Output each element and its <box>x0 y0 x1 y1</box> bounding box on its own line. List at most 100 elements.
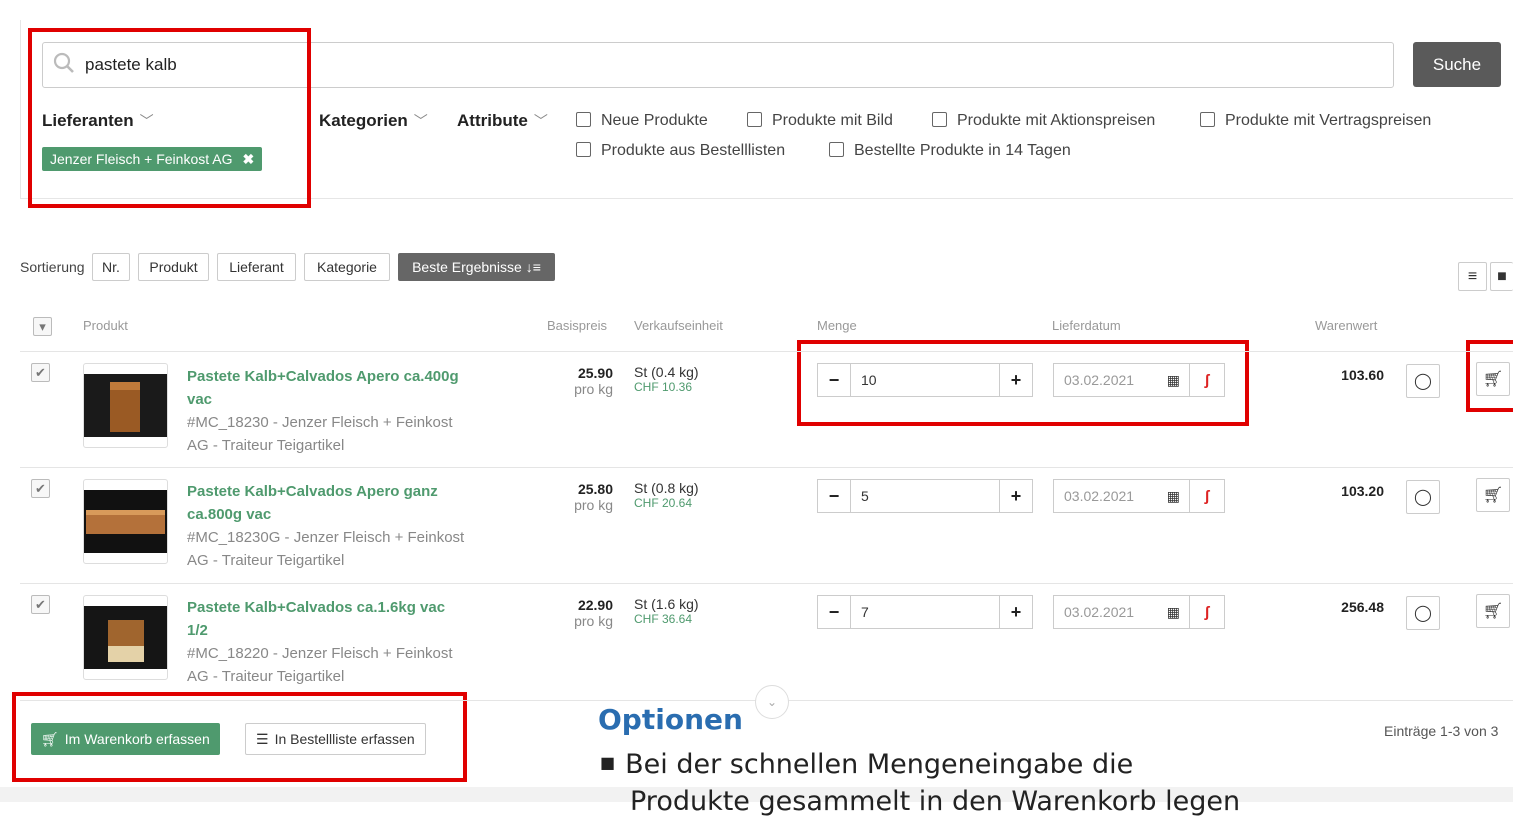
fondue-icon[interactable]: ʃ <box>1189 479 1225 513</box>
row-checkbox[interactable]: ✔ <box>31 595 50 614</box>
entries-count: Einträge 1-3 von 3 <box>1384 723 1499 739</box>
comment-button[interactable]: ◯ <box>1406 364 1440 398</box>
checkbox-aktionspreise[interactable]: Produkte mit Aktionspreisen <box>932 112 1155 130</box>
product-meta: #MC_18230 - Jenzer Fleisch + Feinkost AG … <box>187 411 487 457</box>
plus-button[interactable]: + <box>999 479 1033 513</box>
calendar-icon[interactable]: ▦ <box>1167 372 1180 389</box>
base-price: 22.90 <box>577 597 613 613</box>
product-meta-line: AG - Traiteur Teigartikel <box>187 668 345 685</box>
price-unit: pro kg <box>574 613 613 629</box>
header-lieferdatum: Lieferdatum <box>1052 318 1121 333</box>
product-name-line[interactable]: vac <box>187 388 487 411</box>
search-button[interactable]: Suche <box>1413 42 1501 87</box>
minus-button[interactable]: − <box>817 479 851 513</box>
checkbox[interactable] <box>747 112 762 127</box>
comment-icon: ◯ <box>1414 373 1432 390</box>
row-checkbox[interactable]: ✔ <box>31 363 50 382</box>
product-name[interactable]: Pastete Kalb+Calvados Apero ca.400g vac <box>187 365 487 411</box>
add-to-cart-button[interactable]: 🛒︎ <box>1476 594 1510 628</box>
kategorien-label: Kategorien <box>319 111 408 130</box>
delivery-date-input[interactable]: 03.02.2021 ▦ <box>1053 363 1191 397</box>
checkbox[interactable] <box>576 112 591 127</box>
add-all-to-cart-button[interactable]: 🛒︎ Im Warenkorb erfassen <box>31 723 220 755</box>
chevron-down-icon: ﹀ <box>533 113 548 129</box>
header-verkaufseinheit: Verkaufseinheit <box>634 318 723 333</box>
sales-unit: St (0.4 kg) <box>634 364 699 380</box>
checkbox-neue-produkte[interactable]: Neue Produkte <box>576 112 708 130</box>
select-all-dropdown[interactable]: ▾ <box>33 317 52 336</box>
date-value: 03.02.2021 <box>1064 488 1135 504</box>
add-to-orderlist-button[interactable]: ☰ In Bestellliste erfassen <box>245 723 426 755</box>
product-meta: #MC_18220 - Jenzer Fleisch + Feinkost AG … <box>187 642 487 688</box>
options-title: Optionen <box>598 703 743 736</box>
product-name-line[interactable]: 1/2 <box>187 619 487 642</box>
delivery-date-input[interactable]: 03.02.2021 ▦ <box>1053 595 1191 629</box>
comment-button[interactable]: ◯ <box>1406 596 1440 630</box>
row-checkbox[interactable]: ✔ <box>31 479 50 498</box>
sort-nr-button[interactable]: Nr. <box>92 253 130 281</box>
cart-icon: 🛒︎ <box>41 730 59 747</box>
sort-kategorie-button[interactable]: Kategorie <box>304 253 390 281</box>
minus-button[interactable]: − <box>817 595 851 629</box>
base-price: 25.90 <box>577 365 613 381</box>
quantity-input[interactable]: 10 <box>850 363 1000 397</box>
sort-lieferant-button[interactable]: Lieferant <box>217 253 296 281</box>
checkbox-vertragspreise[interactable]: Produkte mit Vertragspreisen <box>1200 112 1431 130</box>
header-menge: Menge <box>817 318 857 333</box>
checkbox-produkte-mit-bild[interactable]: Produkte mit Bild <box>747 112 893 130</box>
checkbox[interactable] <box>932 112 947 127</box>
chevron-down-icon: ﹀ <box>413 113 428 129</box>
minus-button[interactable]: − <box>817 363 851 397</box>
product-name[interactable]: Pastete Kalb+Calvados ca.1.6kg vac 1/2 <box>187 596 487 642</box>
calendar-icon[interactable]: ▦ <box>1167 604 1180 621</box>
delivery-date-input[interactable]: 03.02.2021 ▦ <box>1053 479 1191 513</box>
product-name-line[interactable]: Pastete Kalb+Calvados Apero ganz <box>187 480 487 503</box>
attribute-dropdown[interactable]: Attribute ﹀ <box>457 111 548 131</box>
product-name-line[interactable]: Pastete Kalb+Calvados ca.1.6kg vac <box>187 596 487 619</box>
product-name[interactable]: Pastete Kalb+Calvados Apero ganz ca.800g … <box>187 480 487 526</box>
checkbox[interactable] <box>829 142 844 157</box>
calendar-icon[interactable]: ▦ <box>1167 488 1180 505</box>
date-value: 03.02.2021 <box>1064 372 1135 388</box>
chevron-down-icon[interactable]: ⌄ <box>755 685 789 719</box>
sort-desc-icon: ↓≡ <box>525 259 541 275</box>
divider <box>20 583 1513 584</box>
checkbox[interactable] <box>576 142 591 157</box>
add-to-cart-button[interactable]: 🛒︎ <box>1476 362 1510 396</box>
product-image <box>83 479 168 564</box>
sales-unit-price: CHF 20.64 <box>634 496 693 510</box>
checkbox-bestellte-14-tage[interactable]: Bestellte Produkte in 14 Tagen <box>829 142 1071 160</box>
orderlist-button-label: In Bestellliste erfassen <box>274 731 415 747</box>
price-unit: pro kg <box>574 381 613 397</box>
header-produkt: Produkt <box>83 318 128 333</box>
kategorien-dropdown[interactable]: Kategorien ﹀ <box>319 111 428 131</box>
product-image <box>83 595 168 680</box>
plus-button[interactable]: + <box>999 363 1033 397</box>
plus-button[interactable]: + <box>999 595 1033 629</box>
list-icon: ☰ <box>256 730 269 747</box>
sort-produkt-button[interactable]: Produkt <box>138 253 209 281</box>
product-name-line[interactable]: Pastete Kalb+Calvados Apero ca.400g <box>187 365 487 388</box>
sort-label: Sortierung <box>20 259 85 275</box>
sales-unit-price: CHF 10.36 <box>634 380 693 394</box>
quantity-input[interactable]: 7 <box>850 595 1000 629</box>
checkbox-bestelllisten[interactable]: Produkte aus Bestelllisten <box>576 142 785 160</box>
fondue-icon[interactable]: ʃ <box>1189 595 1225 629</box>
header-basispreis: Basispreis <box>547 318 607 333</box>
add-to-cart-button[interactable]: 🛒︎ <box>1476 478 1510 512</box>
comment-button[interactable]: ◯ <box>1406 480 1440 514</box>
checkbox-label: Produkte mit Aktionspreisen <box>957 112 1156 129</box>
checkbox-label: Produkte mit Vertragspreisen <box>1225 112 1432 129</box>
list-view-icon[interactable]: ≡ <box>1458 262 1487 291</box>
sort-beste-ergebnisse-button[interactable]: Beste Ergebnisse ↓≡ <box>398 253 555 281</box>
divider <box>20 467 1513 468</box>
price-unit: pro kg <box>574 497 613 513</box>
grid-view-icon[interactable]: ■ <box>1490 262 1513 291</box>
checkbox-label: Neue Produkte <box>601 112 708 129</box>
product-name-line[interactable]: ca.800g vac <box>187 503 487 526</box>
checkbox[interactable] <box>1200 112 1215 127</box>
line-total: 256.48 <box>1341 599 1384 615</box>
fondue-icon[interactable]: ʃ <box>1189 363 1225 397</box>
quantity-input[interactable]: 5 <box>850 479 1000 513</box>
base-price: 25.80 <box>577 481 613 497</box>
